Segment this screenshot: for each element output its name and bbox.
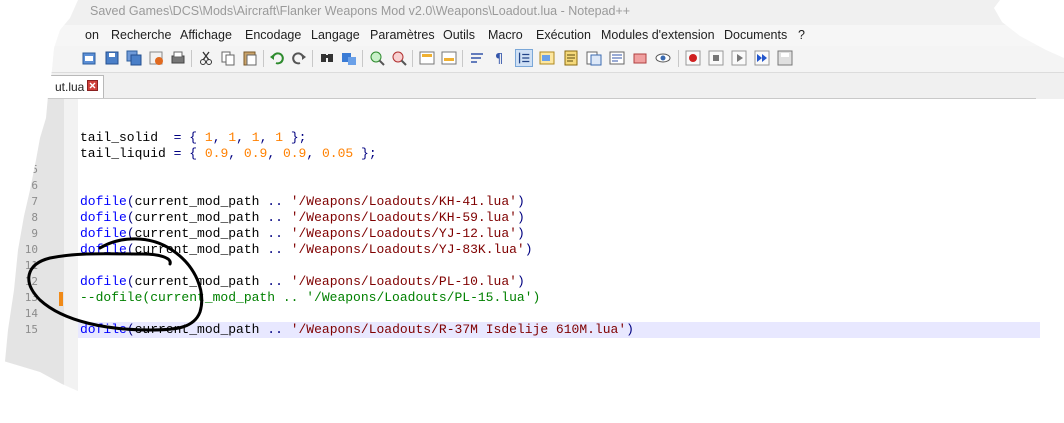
code-line[interactable]: 7 dofile(current_mod_path .. '/Weapons/L… (0, 194, 1060, 210)
tab-close-icon[interactable] (87, 80, 98, 91)
line-number: 9 (31, 227, 38, 240)
indent-guide-icon[interactable] (515, 49, 533, 67)
open-file-icon[interactable] (80, 49, 98, 67)
code-line[interactable]: tail_liquid = { 0.9, 0.9, 0.9, 0.05 }; (0, 146, 1060, 162)
code-text: dofile(current_mod_path .. '/Weapons/Loa… (80, 210, 525, 225)
zoom-in-icon[interactable] (368, 49, 386, 67)
menu-langage[interactable]: Langage (311, 28, 360, 42)
line-number: 5 (31, 163, 38, 176)
menu-execution[interactable]: Exécution (536, 28, 591, 42)
menu-macro[interactable]: Macro (488, 28, 523, 42)
menu-help[interactable]: ? (798, 28, 805, 42)
folder-workspace-icon[interactable] (608, 49, 626, 67)
print-icon[interactable] (169, 49, 187, 67)
line-number: 15 (24, 323, 38, 336)
close-icon[interactable] (147, 49, 165, 67)
toolbar: ¶ (0, 46, 1064, 73)
menu-bar: on Recherche Affichage Encodage Langage … (0, 25, 1064, 46)
undo-icon[interactable] (268, 49, 286, 67)
code-line[interactable]: 13 --dofile(current_mod_path .. '/Weapon… (0, 290, 1060, 306)
save-macro-icon[interactable] (776, 49, 794, 67)
tab-label: ut.lua (55, 80, 85, 94)
line-number: 6 (31, 179, 38, 192)
line-number: 11 (24, 259, 38, 272)
code-line[interactable]: 6 (0, 178, 1060, 194)
tab-loadout[interactable]: ut.lua (44, 75, 104, 98)
code-line[interactable]: 10 dofile(current_mod_path .. '/Weapons/… (0, 242, 1060, 258)
code-line[interactable]: 12 dofile(current_mod_path .. '/Weapons/… (0, 274, 1060, 290)
menu-parametres[interactable]: Paramètres (370, 28, 435, 42)
line-number: 7 (31, 195, 38, 208)
menu-recherche[interactable]: Recherche (111, 28, 171, 42)
doc-map-icon[interactable] (562, 49, 580, 67)
run-macro-multiple-icon[interactable] (753, 49, 771, 67)
code-text: tail_solid = { 1, 1, 1, 1 }; (80, 130, 307, 145)
show-all-chars-icon[interactable]: ¶ (490, 49, 508, 67)
play-macro-icon[interactable] (730, 49, 748, 67)
code-line[interactable]: 8 dofile(current_mod_path .. '/Weapons/L… (0, 210, 1060, 226)
line-number: 10 (24, 243, 38, 256)
zoom-out-icon[interactable] (390, 49, 408, 67)
function-list-icon[interactable] (585, 49, 603, 67)
line-number: 13 (24, 291, 38, 304)
line-number: 12 (24, 275, 38, 288)
scroll-corner (1036, 73, 1064, 99)
code-line[interactable]: tail_solid = { 1, 1, 1, 1 }; (0, 130, 1060, 146)
menu-affichage[interactable]: Affichage (180, 28, 232, 42)
code-text: dofile(current_mod_path .. '/Weapons/Loa… (80, 242, 533, 257)
window-title: Saved Games\DCS\Mods\Aircraft\Flanker We… (90, 4, 631, 18)
editor-area[interactable]: tail_solid = { 1, 1, 1, 1 }; tail_liquid… (0, 99, 1064, 423)
user-language-icon[interactable] (538, 49, 556, 67)
code-line[interactable]: 9 dofile(current_mod_path .. '/Weapons/L… (0, 226, 1060, 242)
code-text: --dofile(current_mod_path .. '/Weapons/L… (80, 290, 541, 305)
cut-icon[interactable] (197, 49, 215, 67)
svg-text:¶: ¶ (495, 52, 503, 67)
code-line[interactable]: 15 dofile(current_mod_path .. '/Weapons/… (0, 322, 1060, 338)
eye-icon[interactable] (654, 49, 672, 67)
line-number: 14 (24, 307, 38, 320)
redo-icon[interactable] (290, 49, 308, 67)
monitor-icon[interactable] (631, 49, 649, 67)
menu-fichier[interactable]: on (85, 28, 99, 42)
menu-encodage[interactable]: Encodage (245, 28, 301, 42)
menu-documents[interactable]: Documents (724, 28, 787, 42)
code-line[interactable]: 14 (0, 306, 1060, 322)
menu-modules[interactable]: Modules d'extension (601, 28, 715, 42)
line-number: 8 (31, 211, 38, 224)
stop-macro-icon[interactable] (707, 49, 725, 67)
find-icon[interactable] (318, 49, 336, 67)
code-text: dofile(current_mod_path .. '/Weapons/Loa… (80, 194, 525, 209)
word-wrap-icon[interactable] (468, 49, 486, 67)
menu-outils[interactable]: Outils (443, 28, 475, 42)
code-text: dofile(current_mod_path .. '/Weapons/Loa… (80, 322, 634, 337)
tab-bar: ut.lua (0, 73, 1036, 99)
code-text: tail_liquid = { 0.9, 0.9, 0.9, 0.05 }; (80, 146, 377, 161)
code-text: dofile(current_mod_path .. '/Weapons/Loa… (80, 274, 525, 289)
notepad-window: Saved Games\DCS\Mods\Aircraft\Flanker We… (0, 0, 1064, 423)
copy-icon[interactable] (219, 49, 237, 67)
code-line[interactable]: 5 (0, 162, 1060, 178)
save-icon[interactable] (103, 49, 121, 67)
paste-icon[interactable] (241, 49, 259, 67)
code-line[interactable]: 11 (0, 258, 1060, 274)
sync-horizontal-icon[interactable] (440, 49, 458, 67)
code-text: dofile(current_mod_path .. '/Weapons/Loa… (80, 226, 525, 241)
record-macro-icon[interactable] (684, 49, 702, 67)
sync-vertical-icon[interactable] (418, 49, 436, 67)
title-bar: Saved Games\DCS\Mods\Aircraft\Flanker We… (0, 0, 1064, 25)
replace-icon[interactable] (340, 49, 358, 67)
save-all-icon[interactable] (125, 49, 143, 67)
